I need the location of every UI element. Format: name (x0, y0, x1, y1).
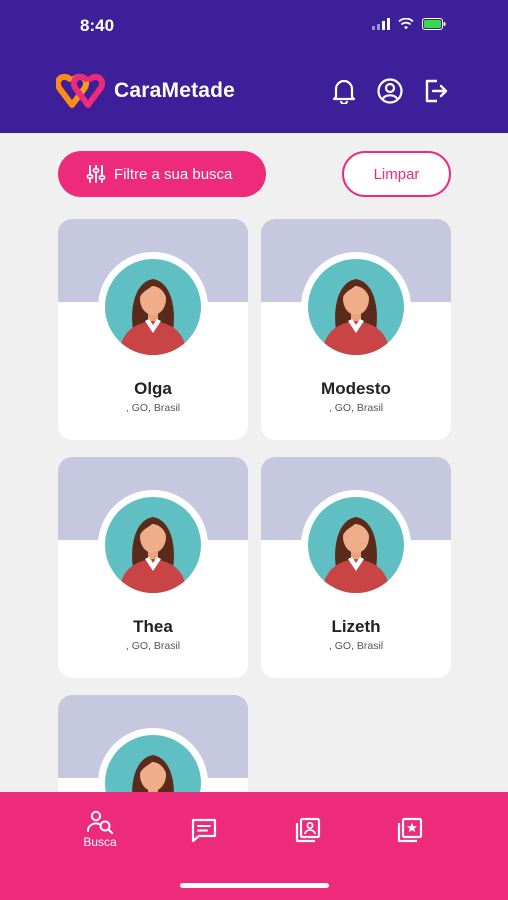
logout-button[interactable] (422, 77, 450, 105)
profile-location: , GO, Brasil (125, 402, 181, 414)
avatar-ring (98, 490, 208, 600)
nav-item-busca[interactable]: Busca (70, 810, 130, 849)
battery-icon (422, 18, 446, 30)
header-actions (330, 77, 450, 105)
brand-name: CaraMetade (114, 79, 236, 102)
profile-location: , GO, Brasil (328, 402, 384, 414)
profile-card[interactable]: Lizeth , GO, Brasil (261, 457, 451, 678)
brand-logo: CaraMetade (56, 73, 235, 109)
profile-card[interactable]: Modesto , GO, Brasil (261, 219, 451, 440)
profile-name: Olga (134, 379, 172, 398)
bell-icon (332, 79, 356, 104)
profile-button[interactable] (376, 77, 404, 105)
nav-item-favorites[interactable] (380, 817, 440, 843)
status-time: 8:40 (80, 16, 115, 35)
sliders-icon (86, 165, 106, 183)
app-header: 8:40 CaraMetade (0, 0, 508, 133)
profile-name: Lizeth (331, 617, 381, 636)
chat-icon (191, 818, 217, 843)
profile-name: Thea (133, 617, 173, 636)
logout-icon (425, 79, 448, 103)
avatar-ring (301, 490, 411, 600)
filter-search-label: Filtre a sua busca (114, 165, 233, 183)
contacts-icon (295, 817, 321, 843)
wifi-icon (398, 18, 414, 30)
nav-item-contacts[interactable] (278, 817, 338, 843)
clear-label: Limpar (373, 165, 420, 183)
profile-location: , GO, Brasil (328, 640, 384, 652)
filter-search-button[interactable]: Filtre a sua busca (58, 151, 266, 197)
avatar (308, 259, 404, 355)
favorites-icon (397, 817, 423, 843)
notifications-button[interactable] (330, 77, 358, 105)
signal-icon (372, 18, 390, 30)
hearts-logo-icon (56, 73, 106, 108)
profile-card[interactable]: Thea , GO, Brasil (58, 457, 248, 678)
avatar-ring (301, 252, 411, 362)
clear-button[interactable]: Limpar (342, 151, 451, 197)
avatar (105, 259, 201, 355)
home-indicator (180, 883, 329, 888)
profile-location: , GO, Brasil (125, 640, 181, 652)
search-user-icon (87, 810, 114, 834)
avatar (308, 497, 404, 593)
profile-name: Modesto (321, 379, 391, 398)
status-icons (372, 18, 446, 30)
avatar-ring (98, 252, 208, 362)
nav-label-busca: Busca (83, 835, 117, 849)
user-circle-icon (377, 78, 403, 104)
nav-item-chat[interactable] (174, 817, 234, 843)
profile-card[interactable]: Olga , GO, Brasil (58, 219, 248, 440)
avatar (105, 497, 201, 593)
